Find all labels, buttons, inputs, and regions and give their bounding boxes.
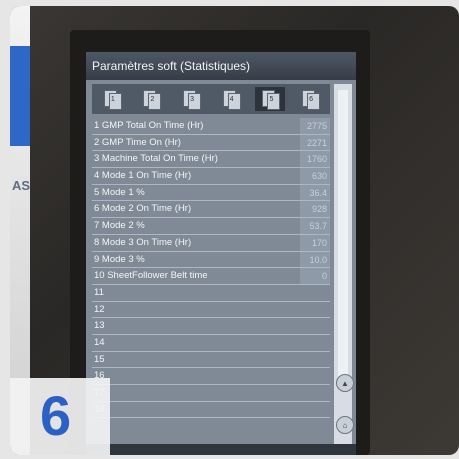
row-value: 928 bbox=[300, 201, 330, 218]
tab-1[interactable]: 1 bbox=[97, 87, 127, 111]
tab-4[interactable]: 4 bbox=[216, 87, 246, 111]
row-value: 36.4 bbox=[300, 184, 330, 201]
step-badge: 6 bbox=[10, 378, 110, 455]
row-label: 10 SheetFollower Belt time bbox=[94, 270, 208, 282]
page-icon: 2 bbox=[142, 90, 162, 110]
tab-3[interactable]: 3 bbox=[176, 87, 206, 111]
up-arrow-icon: ▲ bbox=[341, 378, 349, 388]
tab-bar: 1 2 3 4 5 6 bbox=[92, 84, 330, 114]
bottom-bar bbox=[86, 444, 356, 455]
table-row[interactable]: 18 bbox=[92, 402, 330, 419]
row-value: 170 bbox=[300, 234, 330, 251]
table-row[interactable]: 8 Mode 3 On Time (Hr) 170 bbox=[92, 234, 330, 252]
table-row[interactable]: 11 bbox=[92, 285, 330, 302]
row-value: 1760 bbox=[300, 151, 330, 168]
tab-number: 4 bbox=[229, 96, 234, 103]
table-row[interactable]: 6 Mode 2 On Time (Hr) 928 bbox=[92, 201, 330, 219]
page-icon: 3 bbox=[182, 90, 202, 110]
home-icon: ⌂ bbox=[342, 420, 348, 430]
tab-number: 5 bbox=[269, 96, 274, 103]
table-row[interactable]: 2 GMP Time On (Hr) 2271 bbox=[92, 134, 330, 152]
row-label: 9 Mode 3 % bbox=[94, 253, 145, 265]
tab-5[interactable]: 5 bbox=[255, 87, 286, 111]
row-value: 2271 bbox=[300, 134, 330, 151]
tab-number: 3 bbox=[190, 96, 195, 103]
scroll-up-button[interactable]: ▲ bbox=[336, 374, 354, 392]
row-label: 3 Machine Total On Time (Hr) bbox=[94, 153, 218, 165]
page-icon: 1 bbox=[103, 90, 122, 110]
row-label: 15 bbox=[94, 353, 105, 365]
table-row[interactable]: 5 Mode 1 % 36.4 bbox=[92, 184, 330, 202]
tab-6[interactable]: 6 bbox=[295, 87, 325, 111]
tab-2[interactable]: 2 bbox=[136, 87, 166, 111]
row-value: 0 bbox=[300, 268, 330, 284]
table-row[interactable]: 9 Mode 3 % 10.0 bbox=[92, 251, 330, 269]
row-label: 4 Mode 1 On Time (Hr) bbox=[94, 170, 192, 182]
scrollbar[interactable]: ▲ ⌂ bbox=[334, 84, 354, 454]
tab-number: 2 bbox=[150, 96, 155, 103]
row-label: 7 Mode 2 % bbox=[94, 220, 145, 232]
wall-text: AS bbox=[12, 178, 31, 193]
scroll-track[interactable] bbox=[338, 90, 348, 382]
table-row[interactable]: 14 bbox=[92, 335, 330, 352]
step-number: 6 bbox=[40, 384, 72, 447]
table-row[interactable]: 13 bbox=[92, 318, 330, 335]
page-icon: 5 bbox=[261, 90, 281, 110]
page-icon: 6 bbox=[301, 90, 321, 110]
table-row[interactable]: 12 bbox=[92, 302, 330, 319]
row-label: 11 bbox=[94, 286, 104, 298]
row-label: 13 bbox=[94, 320, 105, 332]
touch-screen: Paramètres soft (Statistiques) 123456 1 … bbox=[86, 52, 356, 455]
row-label: 2 GMP Time On (Hr) bbox=[94, 136, 181, 148]
tab-number: 6 bbox=[309, 96, 314, 103]
table-row[interactable]: 4 Mode 1 On Time (Hr) 630 bbox=[92, 168, 330, 185]
row-label: 1 GMP Total On Time (Hr) bbox=[94, 120, 204, 131]
table-row[interactable]: 17 bbox=[92, 385, 330, 402]
row-label: 8 Mode 3 On Time (Hr) bbox=[94, 236, 192, 248]
row-label: 12 bbox=[94, 303, 105, 315]
row-label: 5 Mode 1 % bbox=[94, 186, 145, 198]
table-row[interactable]: 16 bbox=[92, 368, 330, 385]
table-row[interactable]: 3 Machine Total On Time (Hr) 1760 bbox=[92, 151, 330, 169]
row-label: 14 bbox=[94, 336, 105, 348]
page-icon: 4 bbox=[222, 90, 241, 110]
table-row[interactable]: 7 Mode 2 % 53.7 bbox=[92, 218, 330, 235]
row-value: 2775 bbox=[300, 118, 330, 134]
home-button[interactable]: ⌂ bbox=[336, 416, 354, 434]
statistics-table: 1 GMP Total On Time (Hr) 2775 2 GMP Time O… bbox=[92, 118, 330, 419]
row-label: 6 Mode 2 On Time (Hr) bbox=[94, 203, 192, 215]
table-row[interactable]: 15 bbox=[92, 352, 330, 369]
table-row[interactable]: 10 SheetFollower Belt time 0 bbox=[92, 268, 330, 285]
row-value: 10.0 bbox=[300, 251, 330, 268]
blue-sign bbox=[10, 46, 30, 146]
page-title: Paramètres soft (Statistiques) bbox=[86, 52, 356, 80]
tab-number: 1 bbox=[110, 96, 115, 103]
row-value: 53.7 bbox=[300, 218, 330, 234]
row-value: 630 bbox=[300, 168, 330, 184]
table-row[interactable]: 1 GMP Total On Time (Hr) 2775 bbox=[92, 118, 330, 135]
